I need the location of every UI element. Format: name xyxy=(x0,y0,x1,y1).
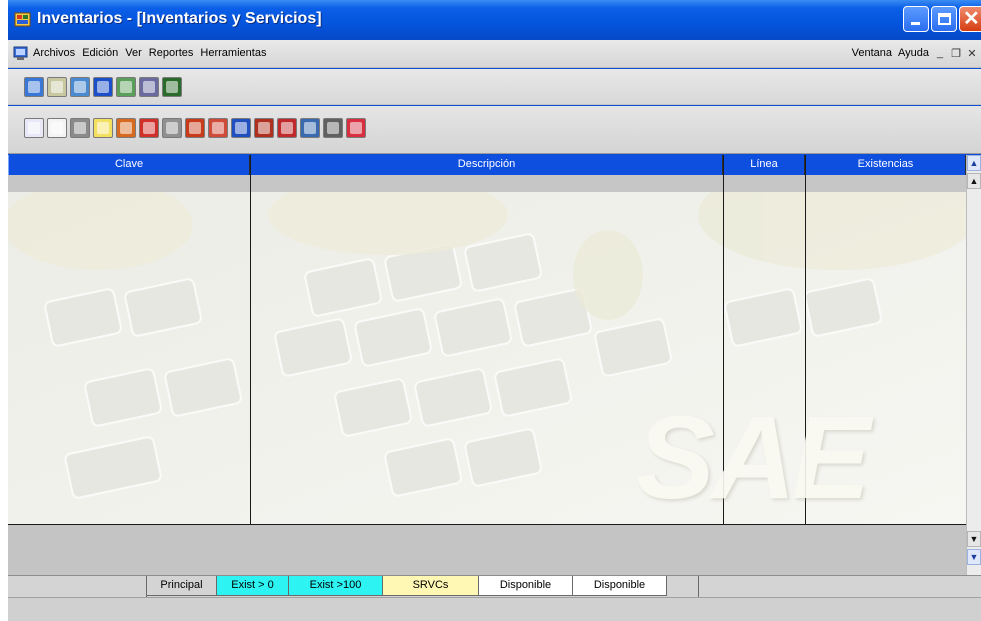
app-window: Inventarios - [Inventarios y Servicios] … xyxy=(8,0,981,621)
close-icon: ✕ xyxy=(963,8,980,30)
sae-watermark: SAE xyxy=(636,392,871,524)
catalog-icon[interactable] xyxy=(24,77,44,97)
menu-bar: Archivos Edición Ver Reportes Herramientas V… xyxy=(8,40,981,68)
tab-5[interactable]: Disponible xyxy=(479,576,573,596)
tab-4[interactable]: SRVCs xyxy=(383,576,479,596)
toolbar-secondary xyxy=(8,106,981,154)
mdi-close-icon[interactable]: ✕ xyxy=(967,47,977,60)
column-header-clave[interactable]: Clave xyxy=(8,155,250,175)
tab-bar: Principal Exist > 0 Exist >100 SRVCs Disponi… xyxy=(8,575,981,597)
exit-door-icon[interactable] xyxy=(162,77,182,97)
app-icon xyxy=(14,12,31,27)
undo-icon[interactable] xyxy=(139,118,159,138)
scroll-bottom-icon[interactable]: ▼ xyxy=(967,531,981,547)
mdi-minimize-icon[interactable]: _ xyxy=(935,47,945,60)
column-divider xyxy=(250,155,251,525)
close-button[interactable]: ✕ xyxy=(959,6,981,32)
vertical-scrollbar[interactable]: ▲ ▲ ▼ ▼ xyxy=(966,155,981,575)
maximize-icon xyxy=(938,13,951,25)
printer-icon[interactable] xyxy=(162,118,182,138)
folder-icon[interactable] xyxy=(116,77,136,97)
menu-ventana[interactable]: Ventana xyxy=(852,47,892,60)
toolbar-secondary-icons xyxy=(24,118,366,138)
title-bar[interactable]: Inventarios - [Inventarios y Servicios] … xyxy=(8,0,981,40)
toolbar-main-icons xyxy=(24,77,182,97)
menu-right: Ventana Ayuda _ ❐ ✕ xyxy=(852,47,977,60)
report-icon[interactable] xyxy=(208,118,228,138)
document-icon[interactable] xyxy=(139,77,159,97)
tab-1[interactable]: Principal xyxy=(147,576,217,596)
house-icon[interactable] xyxy=(70,118,90,138)
scroll-top-icon[interactable]: ▲ xyxy=(967,173,981,189)
menu-item[interactable]: Edición xyxy=(82,47,118,59)
mdi-restore-icon[interactable]: ❐ xyxy=(951,47,961,60)
table-icon[interactable] xyxy=(300,118,320,138)
tab-bar-remainder xyxy=(698,576,981,597)
document-window-icon xyxy=(13,46,28,60)
edit-icon[interactable] xyxy=(24,118,44,138)
clip-icon[interactable] xyxy=(185,118,205,138)
minimize-button[interactable] xyxy=(903,6,929,32)
selected-row[interactable] xyxy=(8,175,966,192)
window-title: Inventarios - [Inventarios y Servicios] xyxy=(37,10,322,27)
tab-list: Principal Exist > 0 Exist >100 SRVCs Disponi… xyxy=(147,576,667,596)
warehouse-icon[interactable] xyxy=(254,118,274,138)
inventory-grid[interactable]: Clave Descripción Línea Existencias SAE xyxy=(8,155,966,525)
menu-item[interactable]: Herramientas xyxy=(200,47,266,59)
lower-panel xyxy=(8,525,966,575)
tab-6[interactable]: Disponible xyxy=(573,576,667,596)
maximize-button[interactable] xyxy=(931,6,957,32)
menu-item[interactable]: Reportes xyxy=(149,47,194,59)
copy-icon[interactable] xyxy=(116,118,136,138)
menu-item[interactable]: Ver xyxy=(125,47,142,59)
minimize-icon xyxy=(911,22,920,25)
highlight-icon[interactable] xyxy=(93,118,113,138)
menu-item[interactable]: Archivos xyxy=(33,47,75,59)
chart-icon[interactable] xyxy=(277,118,297,138)
tab-bar-spacer xyxy=(8,576,147,597)
info-icon[interactable] xyxy=(231,118,251,138)
grid-header: Clave Descripción Línea Existencias xyxy=(8,155,966,175)
column-header-linea[interactable]: Línea xyxy=(723,155,805,175)
toolbar-main xyxy=(8,69,981,105)
column-header-existencias[interactable]: Existencias xyxy=(805,155,966,175)
flag-icon[interactable] xyxy=(346,118,366,138)
status-bar xyxy=(8,597,981,621)
window-controls: ✕ xyxy=(903,6,981,34)
tab-2[interactable]: Exist > 0 xyxy=(217,576,289,596)
scroll-down-icon[interactable]: ▼ xyxy=(967,549,981,565)
grid-icon[interactable] xyxy=(47,77,67,97)
help-icon[interactable] xyxy=(93,77,113,97)
refresh-icon[interactable] xyxy=(70,77,90,97)
package-icon[interactable] xyxy=(323,118,343,138)
column-header-descripcion[interactable]: Descripción xyxy=(250,155,723,175)
scroll-up-icon[interactable]: ▲ xyxy=(967,155,981,171)
tab-3[interactable]: Exist >100 xyxy=(289,576,383,596)
menu-ayuda[interactable]: Ayuda xyxy=(898,47,929,60)
new-document-icon[interactable] xyxy=(47,118,67,138)
menu-items: Archivos Edición Ver Reportes Herramientas xyxy=(33,47,266,59)
